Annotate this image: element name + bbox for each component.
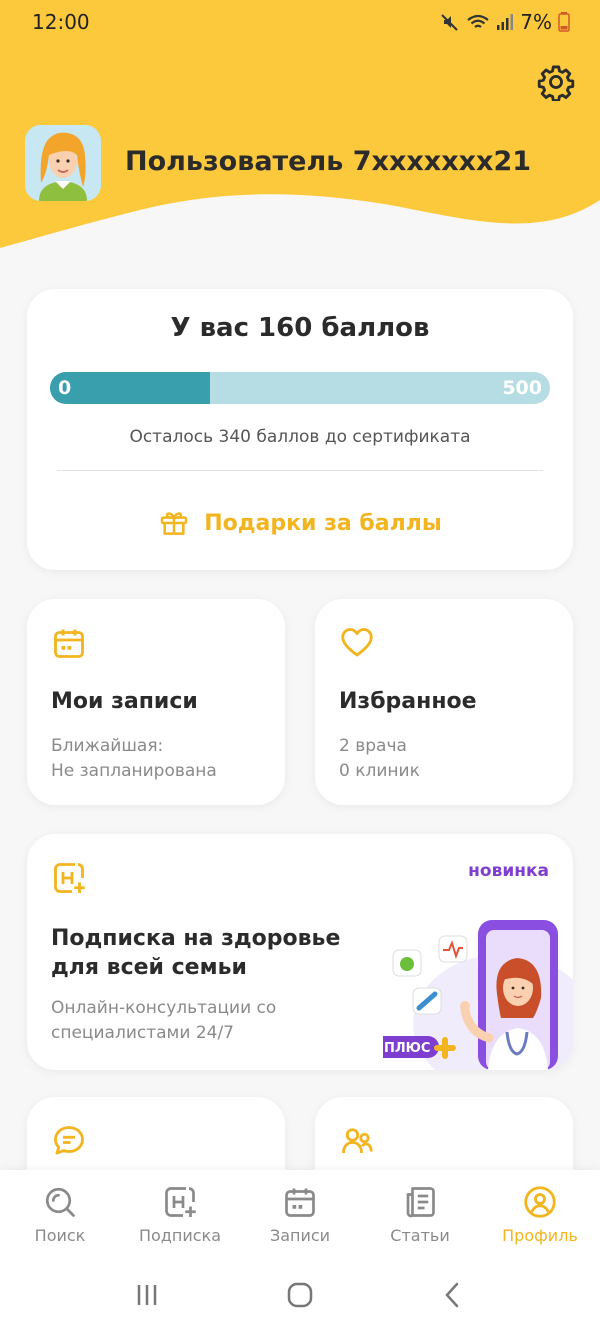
points-progress-bar: 0 500 (50, 372, 550, 404)
appointments-line1: Ближайшая: (51, 736, 164, 756)
points-remaining-text: Осталось 340 баллов до сертификата (129, 427, 471, 447)
favorites-card[interactable]: Избранное 2 врача 0 клиник (315, 599, 573, 805)
my-appointments-card[interactable]: Мои записи Ближайшая: Не запланирована (27, 599, 285, 805)
nav-search-label: Поиск (34, 1226, 86, 1245)
favorites-subtitle: 2 врача 0 клиник (339, 734, 420, 784)
system-navigation-bar (0, 1258, 600, 1332)
nav-appointments[interactable]: Записи (240, 1170, 360, 1258)
user-avatar-illustration (25, 125, 101, 201)
wifi-icon (467, 14, 489, 28)
signal-icon (497, 14, 514, 30)
nav-articles-label: Статьи (390, 1226, 450, 1245)
gear-icon (537, 65, 575, 101)
battery-icon (558, 12, 570, 32)
nav-search[interactable]: Поиск (0, 1170, 120, 1258)
search-icon (45, 1187, 75, 1217)
bottom-navigation: Поиск Подписка Записи Статьи Профиль (0, 1170, 600, 1258)
nav-appointments-label: Записи (269, 1226, 331, 1245)
avatar[interactable] (25, 125, 101, 201)
battery-percent: 7% (520, 10, 552, 34)
home-icon[interactable] (285, 1280, 315, 1310)
appointments-title: Мои записи (51, 689, 198, 714)
subscription-promo-card[interactable]: новинка Подписка на здоровье для всей се… (27, 834, 573, 1070)
points-progress-fill (50, 372, 210, 404)
progress-min-label: 0 (58, 377, 72, 399)
nav-subscription-label: Подписка (138, 1226, 221, 1245)
divider (57, 470, 543, 471)
status-time: 12:00 (32, 10, 90, 34)
recent-apps-icon[interactable] (132, 1280, 162, 1310)
calendar-icon (54, 629, 84, 658)
gift-icon (160, 512, 188, 535)
favorites-doctors-count: 2 врача (339, 736, 407, 756)
progress-max-label: 500 (502, 377, 542, 399)
appointments-subtitle: Ближайшая: Не запланирована (51, 734, 217, 784)
plus-label: ПЛЮС (384, 1041, 430, 1056)
subscription-description: Онлайн-консультации со специалистами 24/… (51, 998, 277, 1043)
subscription-icon (165, 1187, 196, 1217)
nav-profile[interactable]: Профиль (480, 1170, 600, 1258)
back-icon[interactable] (438, 1280, 468, 1310)
new-badge: новинка (468, 861, 549, 881)
status-bar: 12:00 7% (0, 0, 600, 44)
appointments-line2: Не запланирована (51, 761, 217, 781)
status-icons: 7% (440, 10, 570, 34)
favorites-title: Избранное (339, 689, 477, 714)
gifts-for-points-button[interactable]: Подарки за баллы (27, 507, 573, 539)
articles-icon (406, 1187, 435, 1218)
calendar-icon (285, 1188, 315, 1217)
subscription-plus-icon (54, 863, 85, 893)
username: Пользователь 7xxxxxxx21 (125, 146, 532, 177)
heart-icon (341, 628, 373, 657)
nav-articles[interactable]: Статьи (360, 1170, 480, 1258)
settings-button[interactable] (536, 62, 576, 102)
points-card: У вас 160 баллов 0 500 Осталось 340 балл… (27, 289, 573, 570)
nav-profile-label: Профиль (502, 1226, 578, 1245)
mute-icon (441, 14, 458, 31)
family-icon (342, 1128, 373, 1154)
gifts-label: Подарки за баллы (204, 510, 442, 536)
chat-icon (54, 1126, 84, 1155)
favorites-clinics-count: 0 клиник (339, 761, 420, 781)
profile-icon (524, 1186, 556, 1218)
points-title: У вас 160 баллов (170, 313, 430, 343)
nav-subscription[interactable]: Подписка (120, 1170, 240, 1258)
doctor-phone-illustration: ПЛЮС (383, 920, 573, 1070)
subscription-title: Подписка на здоровье для всей семьи (51, 926, 341, 980)
